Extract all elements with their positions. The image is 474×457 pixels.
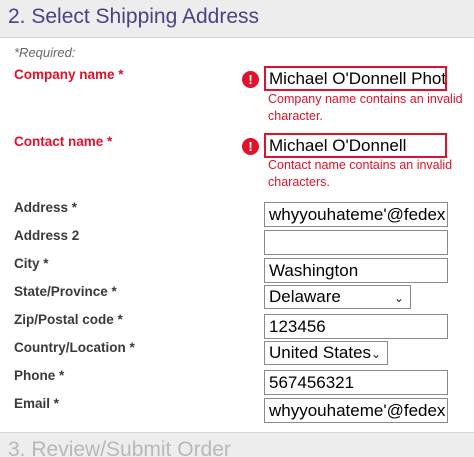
chevron-down-icon: ⌄ (393, 291, 404, 305)
state-label: State/Province * (14, 284, 117, 299)
zip-field[interactable]: 123456 (264, 314, 448, 339)
required-note: *Required: (14, 45, 76, 60)
phone-field[interactable]: 567456321 (264, 370, 448, 395)
contact-name-field[interactable]: Michael O'Donnell (264, 133, 447, 158)
phone-label: Phone * (14, 368, 65, 383)
address-label: Address * (14, 200, 78, 215)
country-select[interactable]: United States ⌄ (264, 341, 388, 365)
address2-field[interactable] (264, 230, 448, 255)
next-section-title: 3. Review/Submit Order (8, 438, 231, 457)
email-label: Email * (14, 396, 60, 411)
company-name-error: Company name contains an invalid charact… (268, 92, 463, 123)
section-header-review[interactable]: 3. Review/Submit Order (0, 432, 474, 457)
state-select-value: Delaware (269, 287, 341, 306)
zip-label: Zip/Postal code * (14, 312, 123, 327)
contact-name-label: Contact name * (14, 134, 113, 149)
city-field[interactable]: Washington (264, 258, 448, 283)
email-field[interactable]: whyyouhateme'@fedex (264, 398, 448, 423)
country-select-value: United States (269, 343, 372, 362)
section-title: 2. Select Shipping Address (8, 5, 259, 28)
contact-name-error: Contact name contains an invalid charact… (268, 158, 453, 189)
country-label: Country/Location * (14, 340, 135, 355)
exclamation-circle-icon: ! (242, 71, 259, 88)
exclamation-circle-icon: ! (242, 138, 259, 155)
address2-label: Address 2 (14, 228, 80, 243)
city-label: City * (14, 256, 49, 271)
section-header-shipping: 2. Select Shipping Address (0, 0, 474, 38)
company-name-field[interactable]: Michael O'Donnell Photo (264, 66, 447, 91)
address-field[interactable]: whyyouhateme'@fedex (264, 202, 448, 227)
company-name-label: Company name * (14, 67, 124, 82)
state-select[interactable]: Delaware ⌄ (264, 285, 411, 309)
chevron-down-icon: ⌄ (370, 347, 381, 361)
